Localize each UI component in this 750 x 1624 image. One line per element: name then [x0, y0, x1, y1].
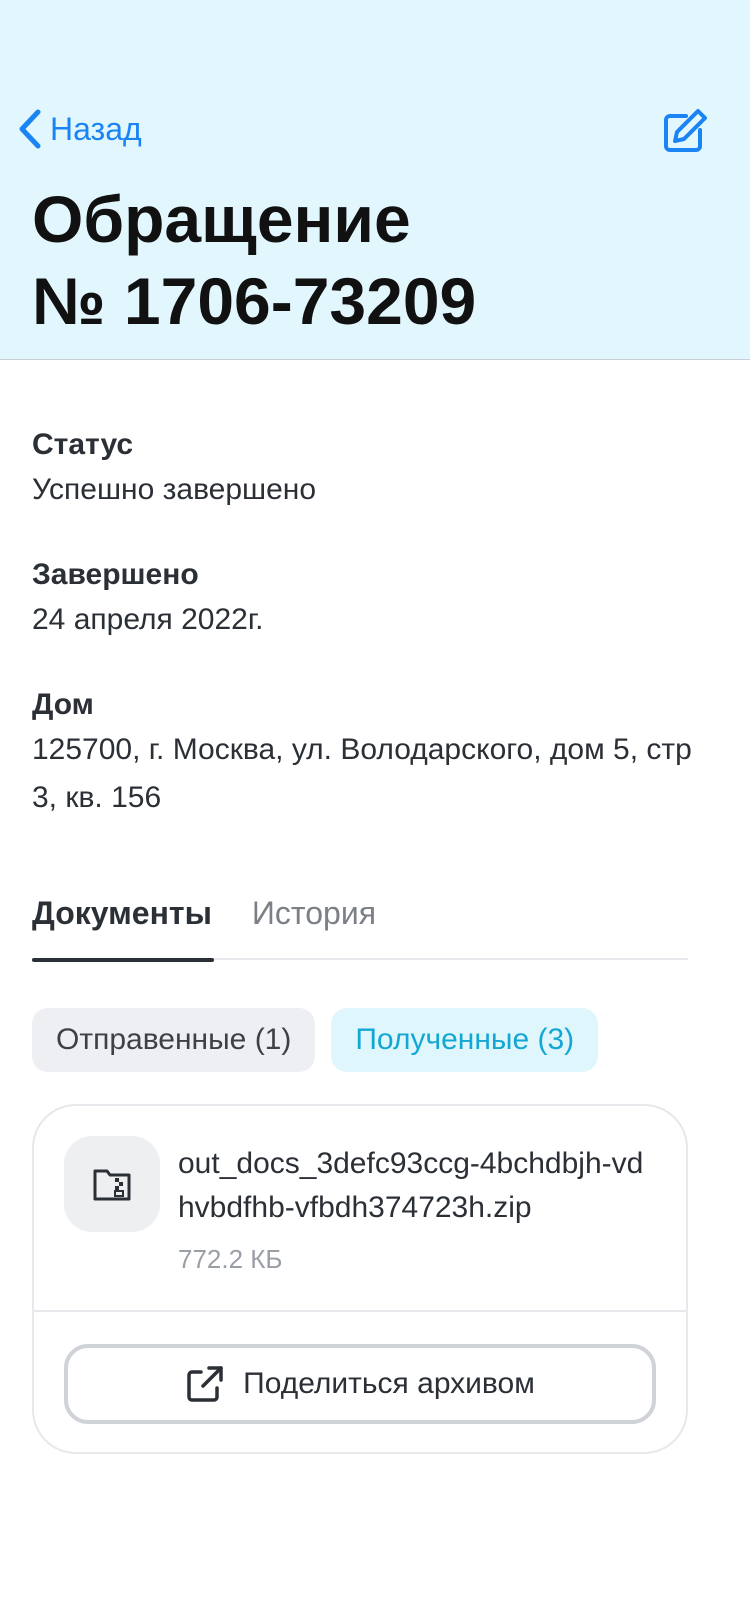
tab-history[interactable]: История — [252, 890, 376, 960]
completed-field: Завершено 24 апреля 2022г. — [32, 554, 692, 644]
page-title-line1: Обращение — [32, 182, 411, 256]
house-field: Дом 125700, г. Москва, ул. Володарского,… — [32, 684, 692, 822]
back-button[interactable]: Назад — [16, 108, 142, 150]
chevron-left-icon — [19, 109, 41, 149]
file-name[interactable]: out_docs_3defc93ccg-4bchdbjh-vdhvbdfhb-v… — [178, 1142, 648, 1230]
page-title: Обращение № 1706-73209 — [32, 178, 722, 342]
request-details: Статус Успешно завершено Завершено 24 ап… — [32, 424, 692, 862]
filter-sent-chip[interactable]: Отправенные (1) — [32, 1008, 316, 1072]
header: Назад Обращение № 1706-73209 — [0, 0, 750, 360]
share-external-icon — [187, 1366, 223, 1402]
status-field: Статус Успешно завершено — [32, 424, 692, 514]
file-size: 772.2 КБ — [178, 1244, 283, 1274]
edit-icon — [664, 109, 707, 152]
filter-received-chip[interactable]: Полученные (3) — [331, 1008, 599, 1072]
house-label: Дом — [32, 688, 94, 721]
file-card: out_docs_3defc93ccg-4bchdbjh-vdhvbdfhb-v… — [32, 1104, 688, 1454]
page-title-line2: № 1706-73209 — [32, 264, 477, 338]
completed-label: Завершено — [32, 558, 199, 591]
tab-documents[interactable]: Документы — [32, 890, 214, 962]
status-label: Статус — [32, 428, 134, 461]
zip-folder-icon — [93, 1169, 131, 1201]
completed-value: 24 апреля 2022г. — [32, 603, 264, 636]
house-value: 125700, г. Москва, ул. Володарского, дом… — [32, 733, 692, 814]
card-divider — [34, 1310, 686, 1312]
document-filters: Отправенные (1) Полученные (3) — [32, 1008, 599, 1072]
status-value: Успешно завершено — [32, 473, 317, 506]
file-icon-container — [64, 1136, 160, 1232]
share-archive-button[interactable]: Поделиться архивом — [64, 1344, 656, 1424]
edit-button[interactable] — [660, 108, 708, 156]
share-archive-label: Поделиться архивом — [243, 1367, 535, 1400]
back-label: Назад — [50, 110, 142, 147]
tab-bar: Документы История — [32, 890, 688, 962]
